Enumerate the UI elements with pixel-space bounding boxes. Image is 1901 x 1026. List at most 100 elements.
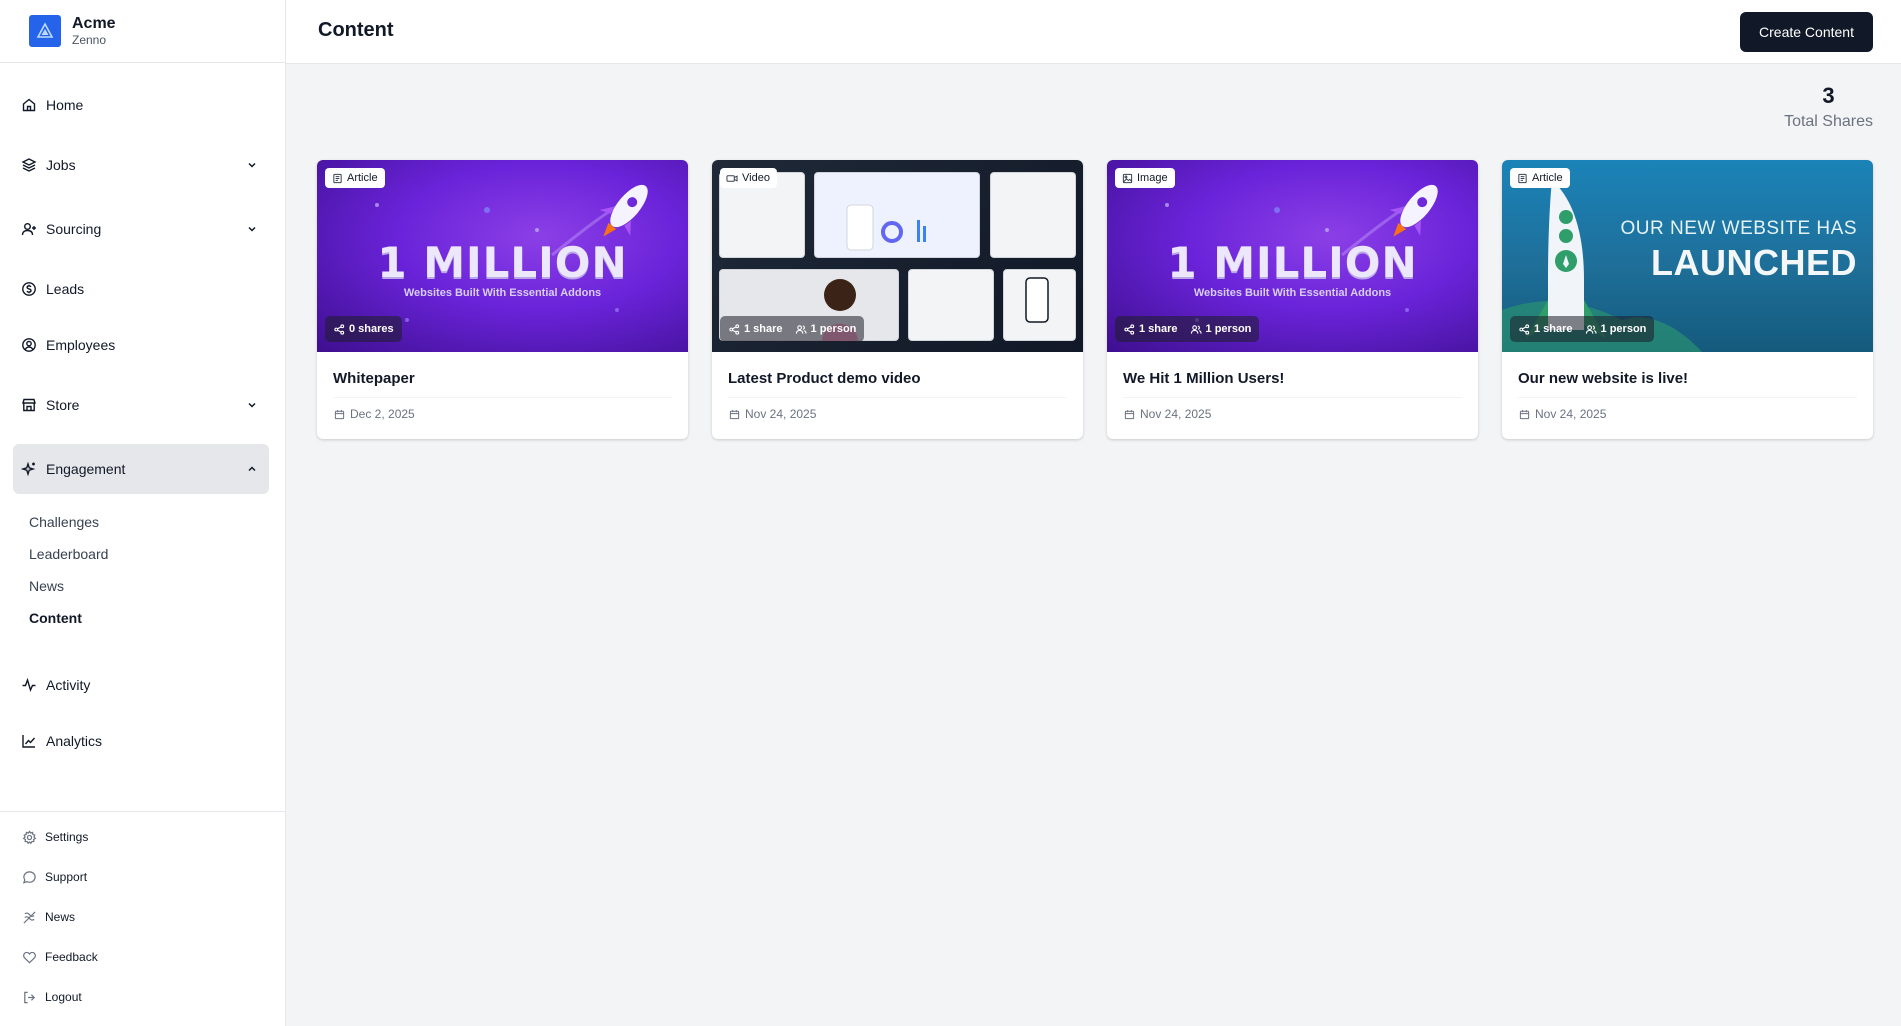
sidebar-item-label: Leads bbox=[46, 281, 85, 297]
sparkles-icon bbox=[21, 461, 37, 477]
share-stats-pill: 0 shares bbox=[325, 316, 402, 342]
sidebar-item-activity[interactable]: Activity bbox=[13, 660, 269, 710]
heart-icon bbox=[21, 949, 37, 965]
calendar-icon bbox=[333, 408, 345, 420]
line-chart-icon bbox=[21, 733, 37, 749]
activity-icon bbox=[21, 677, 37, 693]
sidebar-item-label: Store bbox=[46, 397, 80, 413]
content-card[interactable]: Video 1 share 1 person Latest Product de… bbox=[712, 160, 1083, 439]
users-icon bbox=[1585, 323, 1597, 335]
thumbnail-subheadline: Websites Built With Essential Addons bbox=[1193, 287, 1392, 299]
card-date: Nov 24, 2025 bbox=[728, 407, 816, 421]
triangle-logo-icon bbox=[29, 15, 61, 47]
sidebar-item-label: Logout bbox=[45, 990, 82, 1004]
content-type-badge: Article bbox=[1510, 168, 1570, 188]
people-count: 1 person bbox=[1600, 323, 1647, 335]
share-stats-pill: 1 share 1 person bbox=[720, 316, 865, 342]
share-icon bbox=[728, 323, 740, 335]
thumbnail-headline: 1 MILLION bbox=[1167, 238, 1418, 287]
card-divider bbox=[1518, 397, 1857, 398]
store-icon bbox=[21, 397, 37, 413]
sidebar-subitem-leaderboard[interactable]: Leaderboard bbox=[29, 546, 108, 562]
sidebar-item-label: Engagement bbox=[46, 461, 126, 477]
sidebar-item-feedback[interactable]: Feedback bbox=[21, 949, 98, 965]
gear-icon bbox=[21, 829, 37, 845]
card-divider bbox=[728, 397, 1067, 398]
share-icon bbox=[333, 323, 345, 335]
sidebar-item-label: Activity bbox=[46, 677, 91, 693]
card-date-text: Nov 24, 2025 bbox=[1140, 407, 1212, 421]
users-icon bbox=[795, 323, 807, 335]
share-stats-pill: 1 share 1 person bbox=[1115, 316, 1260, 342]
logout-icon bbox=[21, 989, 37, 1005]
content-type-label: Article bbox=[347, 172, 378, 184]
user-circle-icon bbox=[21, 337, 37, 353]
sidebar-item-sourcing[interactable]: Sourcing bbox=[13, 204, 269, 254]
card-thumbnail: OUR NEW WEBSITE HAS LAUNCHED Article 1 s… bbox=[1502, 160, 1873, 352]
article-icon bbox=[331, 172, 343, 184]
content-type-label: Image bbox=[1137, 172, 1168, 184]
sidebar-item-logout[interactable]: Logout bbox=[21, 989, 82, 1005]
content-type-badge: Video bbox=[720, 168, 777, 188]
sidebar-item-support[interactable]: Support bbox=[21, 869, 87, 885]
sidebar: Acme Zenno Home Jobs Sourcing Leads Empl… bbox=[0, 0, 286, 1026]
sidebar-item-label: Home bbox=[46, 97, 84, 113]
card-thumbnail: 1 MILLION Websites Built With Essential … bbox=[317, 160, 688, 352]
user-plus-icon bbox=[21, 221, 37, 237]
create-content-button[interactable]: Create Content bbox=[1740, 12, 1873, 52]
sidebar-item-analytics[interactable]: Analytics bbox=[13, 716, 269, 766]
sidebar-item-jobs[interactable]: Jobs bbox=[13, 140, 269, 190]
card-divider bbox=[1123, 397, 1462, 398]
chat-bubble-icon bbox=[21, 869, 37, 885]
content-card[interactable]: 1 MILLION Websites Built With Essential … bbox=[317, 160, 688, 439]
share-count: 1 share bbox=[1139, 323, 1178, 335]
calendar-icon bbox=[1123, 408, 1135, 420]
card-divider bbox=[333, 397, 672, 398]
top-header: Content Create Content bbox=[286, 0, 1901, 64]
share-count: 1 share bbox=[1534, 323, 1573, 335]
total-shares-value: 3 bbox=[1822, 83, 1835, 108]
brand[interactable]: Acme Zenno bbox=[0, 0, 285, 63]
sidebar-item-label: Employees bbox=[46, 337, 116, 353]
sidebar-item-leads[interactable]: Leads bbox=[13, 264, 269, 314]
sidebar-subitem-content[interactable]: Content bbox=[29, 610, 82, 626]
sidebar-item-label: Sourcing bbox=[46, 221, 102, 237]
total-shares-stat: 3 Total Shares bbox=[1784, 83, 1873, 132]
calendar-icon bbox=[1518, 408, 1530, 420]
calendar-icon bbox=[728, 408, 740, 420]
content-type-badge: Image bbox=[1115, 168, 1175, 188]
brand-subtitle: Zenno bbox=[72, 33, 107, 47]
sidebar-subitem-challenges[interactable]: Challenges bbox=[29, 514, 99, 530]
newspaper-icon bbox=[21, 909, 37, 925]
thumbnail-subheadline: Websites Built With Essential Addons bbox=[403, 287, 602, 299]
sidebar-item-label: Analytics bbox=[46, 733, 103, 749]
chevron-down-icon bbox=[245, 398, 259, 412]
sidebar-item-label: News bbox=[45, 910, 76, 924]
layers-icon bbox=[21, 157, 37, 173]
chevron-down-icon bbox=[245, 158, 259, 172]
sidebar-item-store[interactable]: Store bbox=[13, 380, 269, 430]
sidebar-item-engagement[interactable]: Engagement bbox=[13, 444, 269, 494]
content-type-label: Article bbox=[1532, 172, 1563, 184]
share-stats-pill: 1 share 1 person bbox=[1510, 316, 1655, 342]
thumbnail-headline: OUR NEW WEBSITE HAS bbox=[1620, 218, 1857, 239]
card-date-text: Nov 24, 2025 bbox=[1535, 407, 1607, 421]
share-icon bbox=[1123, 323, 1135, 335]
sidebar-item-news[interactable]: News bbox=[21, 909, 75, 925]
card-date-text: Dec 2, 2025 bbox=[350, 407, 415, 421]
card-date: Nov 24, 2025 bbox=[1123, 407, 1211, 421]
content-card[interactable]: OUR NEW WEBSITE HAS LAUNCHED Article 1 s… bbox=[1502, 160, 1873, 439]
sidebar-subitem-news[interactable]: News bbox=[29, 578, 64, 594]
sidebar-item-label: Feedback bbox=[45, 950, 98, 964]
home-icon bbox=[21, 97, 37, 113]
card-date: Dec 2, 2025 bbox=[333, 407, 415, 421]
sidebar-item-home[interactable]: Home bbox=[13, 80, 269, 130]
image-icon bbox=[1121, 172, 1133, 184]
card-title: Our new website is live! bbox=[1518, 370, 1689, 387]
people-count: 1 person bbox=[810, 323, 857, 335]
content-card[interactable]: 1 MILLION Websites Built With Essential … bbox=[1107, 160, 1478, 439]
chevron-up-icon bbox=[245, 462, 259, 476]
users-icon bbox=[1190, 323, 1202, 335]
sidebar-item-employees[interactable]: Employees bbox=[13, 320, 269, 370]
sidebar-item-settings[interactable]: Settings bbox=[21, 829, 88, 845]
